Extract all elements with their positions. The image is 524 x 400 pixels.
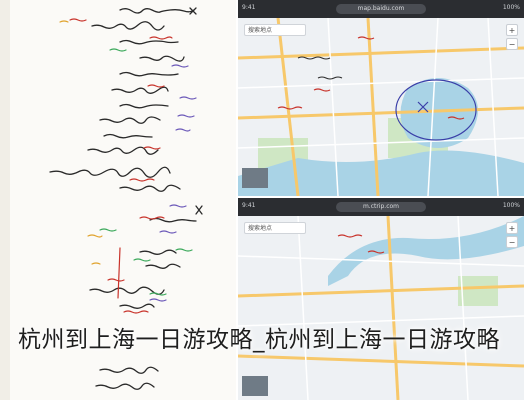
battery-status: 100% [502, 4, 520, 11]
map-canvas [238, 215, 524, 400]
map-screenshot-bottom: 9:41 m.ctrip.com 100% 搜索地点 + − [238, 198, 524, 400]
zoom-out-button[interactable]: − [506, 236, 518, 248]
image-caption: 杭州到上海一日游攻略_杭州到上海一日游攻略 [18, 327, 500, 353]
map-screenshot-top: 9:41 map.baidu.com 100% 搜索地点 + − [238, 0, 524, 196]
zoom-out-button[interactable]: − [506, 38, 518, 50]
map-search-input[interactable]: 搜索地点 [244, 222, 306, 234]
map-view[interactable]: 搜索地点 + − [238, 215, 524, 400]
zoom-in-button[interactable]: + [506, 222, 518, 234]
map-canvas [238, 17, 524, 196]
screenshot-canvas: 9:41 map.baidu.com 100% 搜索地点 + − 9:41 m.… [0, 0, 524, 400]
map-search-input[interactable]: 搜索地点 [244, 24, 306, 36]
address-bar[interactable]: m.ctrip.com [336, 202, 426, 212]
status-time: 9:41 [242, 202, 256, 209]
zoom-in-button[interactable]: + [506, 24, 518, 36]
browser-bar: 9:41 m.ctrip.com 100% [238, 198, 524, 216]
status-time: 9:41 [242, 4, 256, 11]
map-view[interactable]: 搜索地点 + − [238, 17, 524, 196]
browser-bar: 9:41 map.baidu.com 100% [238, 0, 524, 18]
address-bar[interactable]: map.baidu.com [336, 4, 426, 14]
battery-status: 100% [502, 202, 520, 209]
